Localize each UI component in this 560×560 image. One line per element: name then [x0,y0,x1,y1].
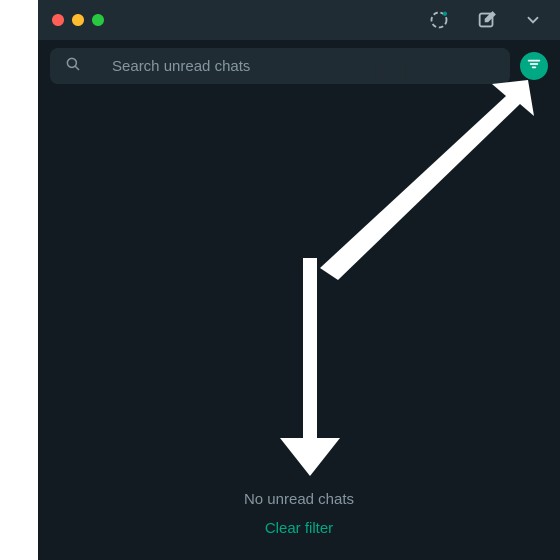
search-placeholder: Search unread chats [112,58,250,75]
new-chat-icon[interactable] [476,9,498,31]
maximize-window-button[interactable] [92,14,104,26]
titlebar-actions [428,9,542,31]
search-icon [64,55,82,78]
close-window-button[interactable] [52,14,64,26]
search-input[interactable]: Search unread chats [50,48,510,84]
search-row: Search unread chats [38,40,560,92]
empty-state-message: No unread chats [38,491,560,508]
unread-filter-button[interactable] [520,52,548,80]
app-window: WABETAINI Search unread chats No unread [38,0,560,560]
clear-filter-link[interactable]: Clear filter [265,520,333,537]
filter-icon [526,56,542,77]
minimize-window-button[interactable] [72,14,84,26]
chevron-down-icon[interactable] [524,11,542,29]
status-icon[interactable] [428,9,450,31]
empty-state: No unread chats Clear filter [38,491,560,538]
titlebar [38,0,560,40]
window-controls [52,14,104,26]
